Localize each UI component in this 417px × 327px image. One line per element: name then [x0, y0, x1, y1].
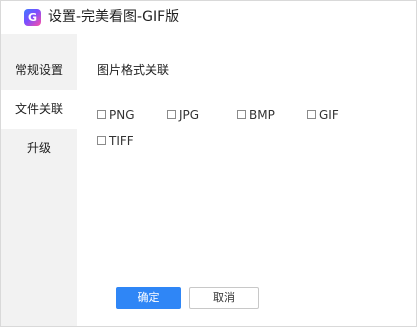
- app-logo-icon: G: [24, 9, 41, 26]
- bmp-label: BMP: [249, 108, 275, 122]
- bmp-checkbox-item[interactable]: BMP: [237, 107, 275, 123]
- png-label: PNG: [109, 108, 135, 122]
- cancel-button[interactable]: 取消: [189, 287, 259, 309]
- gif-checkbox-item[interactable]: GIF: [307, 107, 339, 123]
- sidebar-item-general-settings[interactable]: 常规设置: [1, 51, 77, 90]
- sidebar-item-file-association[interactable]: 文件关联: [1, 90, 77, 129]
- jpg-checkbox[interactable]: [167, 110, 176, 119]
- window-title: 设置-完美看图-GIF版: [48, 9, 180, 25]
- settings-window: G 设置-完美看图-GIF版 常规设置 文件关联 升级 图片格式关联 PNG J…: [0, 0, 417, 327]
- jpg-label: JPG: [179, 108, 200, 122]
- tiff-checkbox[interactable]: [97, 136, 106, 145]
- jpg-checkbox-item[interactable]: JPG: [167, 107, 199, 123]
- sidebar-item-upgrade[interactable]: 升级: [1, 129, 77, 168]
- tiff-label: TIFF: [109, 134, 134, 148]
- bmp-checkbox[interactable]: [237, 110, 246, 119]
- png-checkbox-item[interactable]: PNG: [97, 107, 135, 123]
- sidebar: 常规设置 文件关联 升级: [1, 34, 77, 326]
- title-bar: G 设置-完美看图-GIF版: [1, 1, 416, 34]
- gif-label: GIF: [319, 108, 339, 122]
- image-format-association-title: 图片格式关联: [97, 63, 170, 77]
- gif-checkbox[interactable]: [307, 110, 316, 119]
- tiff-checkbox-item[interactable]: TIFF: [97, 133, 134, 149]
- app-logo-letter: G: [27, 11, 38, 24]
- ok-button[interactable]: 确定: [116, 287, 181, 309]
- png-checkbox[interactable]: [97, 110, 106, 119]
